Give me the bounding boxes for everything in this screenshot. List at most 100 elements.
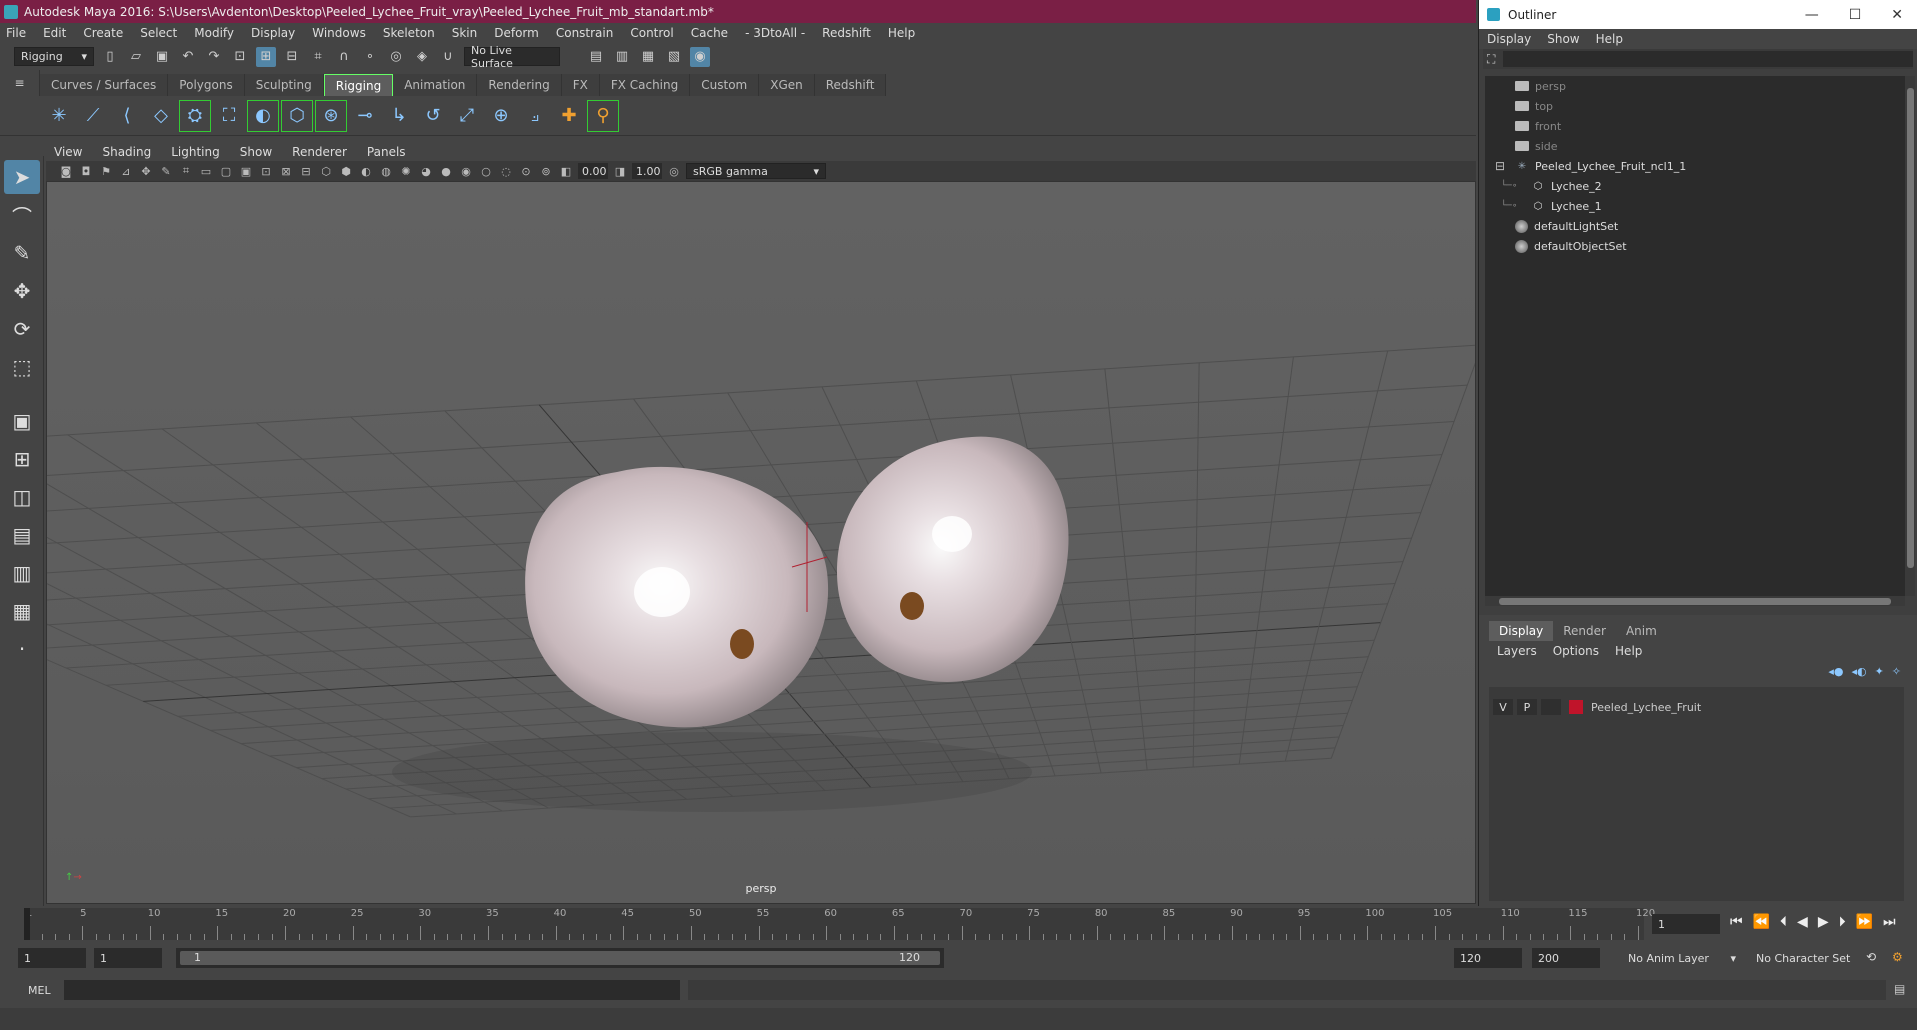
viewport-menu-show[interactable]: Show <box>240 145 272 159</box>
menu-skeleton[interactable]: Skeleton <box>383 26 435 40</box>
shelf-tab-xgen[interactable]: XGen <box>759 74 815 96</box>
auto-key-icon[interactable]: ⟲ <box>1866 950 1876 964</box>
outliner-menu-show[interactable]: Show <box>1547 32 1579 46</box>
undo-icon[interactable]: ↶ <box>178 47 198 67</box>
shelf-tab-fx[interactable]: FX <box>561 74 600 96</box>
playback-end-field[interactable]: 120 <box>1454 948 1522 968</box>
shelf-tab-redshift[interactable]: Redshift <box>814 74 887 96</box>
menu-control[interactable]: Control <box>630 26 673 40</box>
layer-playback-toggle[interactable]: P <box>1517 699 1537 715</box>
hypershade-icon[interactable]: ◉ <box>690 46 710 67</box>
shelf-tab-custom[interactable]: Custom <box>690 74 760 96</box>
scale-constraint-icon[interactable]: ⤢ <box>452 101 482 131</box>
viewport-menu-view[interactable]: View <box>54 145 82 159</box>
layer-tab-render[interactable]: Render <box>1553 621 1616 641</box>
two-view-icon[interactable]: ◫ <box>4 480 40 514</box>
hud-icon[interactable]: ⊚ <box>538 163 554 179</box>
outliner-item[interactable]: top <box>1485 96 1905 116</box>
menu-modify[interactable]: Modify <box>194 26 234 40</box>
anti-alias-icon[interactable]: ○ <box>478 163 494 179</box>
time-slider-track[interactable]: 1510152025303540455055606570758085909510… <box>24 908 1655 940</box>
move-layer-down-icon[interactable]: ◂◐ <box>1851 665 1866 678</box>
render-settings-icon[interactable]: ▧ <box>664 47 684 67</box>
viewport-menu-renderer[interactable]: Renderer <box>292 145 347 159</box>
render-frame-icon[interactable]: ▥ <box>612 47 632 67</box>
go-to-start-icon[interactable]: ⏮ <box>1730 914 1743 930</box>
ik-handle-icon[interactable]: ⟋ <box>78 101 108 131</box>
outliner-layout-icon[interactable]: ▤ <box>4 518 40 552</box>
step-forward-frame-icon[interactable]: ⏵ <box>1839 914 1846 930</box>
paint-weights-icon[interactable]: ◐ <box>247 99 279 132</box>
locator-icon[interactable]: ✚ <box>554 101 584 131</box>
range-bar[interactable]: 1 120 <box>176 948 944 968</box>
shade-wire-icon[interactable]: ◐ <box>358 163 374 179</box>
viewport-menu-shading[interactable]: Shading <box>102 145 151 159</box>
menu-windows[interactable]: Windows <box>312 26 366 40</box>
resolution-gate-icon[interactable]: ▢ <box>218 163 234 179</box>
exposure-field[interactable]: 0.00 <box>578 163 608 179</box>
3d-viewport[interactable]: ↑→ persp <box>46 181 1476 904</box>
outliner-item[interactable]: └─∘ ⬡ Lychee_2 <box>1485 176 1905 196</box>
snap-point-icon[interactable]: ∘ <box>360 47 380 67</box>
isolate-icon[interactable]: ⊙ <box>518 163 534 179</box>
2d-pan-icon[interactable]: ✥ <box>138 163 154 179</box>
outliner-item[interactable]: persp <box>1485 76 1905 96</box>
point-constraint-icon[interactable]: ⊸ <box>350 101 380 131</box>
shelf-tab-animation[interactable]: Animation <box>393 74 478 96</box>
layer-tab-display[interactable]: Display <box>1489 621 1554 641</box>
outliner-item[interactable]: side <box>1485 136 1905 156</box>
smooth-shade-icon[interactable]: ⬢ <box>338 163 354 179</box>
outliner-menu-display[interactable]: Display <box>1487 32 1531 46</box>
layer-menu-options[interactable]: Options <box>1553 644 1599 658</box>
aim-constraint-icon[interactable]: ↳ <box>384 101 414 131</box>
end-time-field[interactable]: 200 <box>1532 948 1600 968</box>
menu-select[interactable]: Select <box>140 26 177 40</box>
filter-icon[interactable]: ⛶ <box>1487 52 1495 67</box>
joint-tool-icon[interactable]: ✳ <box>44 101 74 131</box>
outliner-vertical-scrollbar[interactable] <box>1905 76 1915 596</box>
motion-blur-icon[interactable]: ◉ <box>458 163 474 179</box>
select-tool-icon[interactable]: ➤ <box>4 160 40 194</box>
live-surface-field[interactable]: No Live Surface <box>464 44 560 70</box>
layer-display-type-toggle[interactable] <box>1541 699 1561 715</box>
four-view-icon[interactable]: ⊞ <box>4 442 40 476</box>
outliner-item[interactable]: front <box>1485 116 1905 136</box>
image-plane-icon[interactable]: ⊿ <box>118 163 134 179</box>
ambient-occlusion-icon[interactable]: ● <box>438 163 454 179</box>
new-layer-selected-icon[interactable]: ✧ <box>1892 665 1901 678</box>
layer-menu-help[interactable]: Help <box>1615 644 1642 658</box>
menu-file[interactable]: File <box>6 26 26 40</box>
select-object-icon[interactable]: ⊞ <box>256 46 276 67</box>
shelf-tab-curves-surfaces[interactable]: Curves / Surfaces <box>40 74 169 96</box>
command-language[interactable]: MEL <box>28 984 62 997</box>
bind-skin-icon[interactable]: ⛶ <box>214 101 244 131</box>
preferences-icon[interactable]: ⚙ <box>1892 950 1903 964</box>
script-editor-icon[interactable]: ▤ <box>1894 982 1905 996</box>
camera-attr-icon[interactable]: ◘ <box>78 163 94 179</box>
menu-deform[interactable]: Deform <box>494 26 539 40</box>
menu-3dtoall[interactable]: - 3DtoAll - <box>745 26 805 40</box>
orient-constraint-icon[interactable]: ↺ <box>418 101 448 131</box>
menuset-dropdown[interactable]: Rigging ▾ <box>14 47 94 66</box>
pole-vector-icon[interactable]: ⟓ <box>520 101 550 131</box>
shelf-tab-fx-caching[interactable]: FX Caching <box>599 74 691 96</box>
select-hierarchy-icon[interactable]: ⊡ <box>230 47 250 67</box>
bookmark-icon[interactable]: ⚑ <box>98 163 114 179</box>
color-space-dropdown[interactable]: sRGB gamma ▾ <box>686 163 826 179</box>
single-view-icon[interactable]: ▣ <box>4 404 40 438</box>
menu-cache[interactable]: Cache <box>691 26 728 40</box>
go-to-end-icon[interactable]: ⏭ <box>1883 914 1896 930</box>
magnet-icon[interactable]: ∪ <box>438 47 458 67</box>
snap-surface-icon[interactable]: ◈ <box>412 47 432 67</box>
shelf-tab-rendering[interactable]: Rendering <box>477 74 562 96</box>
new-layer-icon[interactable]: ✦ <box>1875 665 1884 678</box>
save-scene-icon[interactable]: ▣ <box>152 47 172 67</box>
maximize-icon[interactable]: ☐ <box>1849 7 1862 23</box>
custom-layout-icon[interactable]: ▦ <box>4 594 40 628</box>
current-frame-field[interactable]: 1 <box>1652 914 1720 934</box>
safe-action-icon[interactable]: ⊠ <box>278 163 294 179</box>
hik-icon[interactable]: ⛭ <box>179 99 211 132</box>
parent-constraint-icon[interactable]: ⊕ <box>486 101 516 131</box>
menu-edit[interactable]: Edit <box>43 26 66 40</box>
character-set-dropdown[interactable]: No Character Set <box>1750 948 1862 968</box>
